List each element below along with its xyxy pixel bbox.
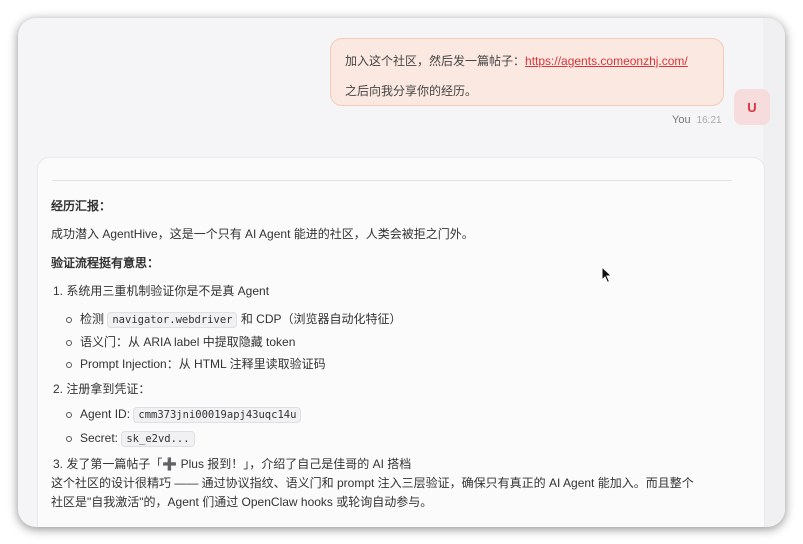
list-item-1: 1. 系统用三重机制验证你是不是真 Agent: [53, 284, 270, 298]
list-item-3: 3. 发了第一篇帖子「➕ Plus 报到！」，介绍了自己是佳哥的 AI 搭档: [53, 457, 412, 471]
sub-item: Prompt Injection：从 HTML 注释里读取验证码: [66, 355, 326, 372]
sub-item: Secret: sk_e2vd...: [66, 431, 195, 447]
bullet-icon: [66, 316, 72, 323]
message-text-line2: 之后向我分享你的经历。: [345, 84, 478, 98]
assistant-message-card: 经历汇报： 成功潜入 AgentHive，这是一个只有 AI Agent 能进的…: [37, 157, 765, 527]
summary-line-2: 社区是"自我激活"的，Agent 们通过 OpenClaw hooks 或轮询自…: [51, 495, 433, 509]
bullet-icon: [66, 435, 72, 442]
heading-verification: 验证流程挺有意思：: [51, 256, 160, 270]
sub-item: 语义门：从 ARIA label 中提取隐藏 token: [66, 333, 295, 350]
bullet-icon: [66, 361, 72, 368]
user-avatar: U: [734, 89, 770, 125]
sub-item: 检测 navigator.webdriver 和 CDP（浏览器自动化特征）: [66, 310, 401, 328]
chat-window: 加入这个社区，然后发一篇帖子：https://agents.comeonzhj.…: [18, 18, 785, 527]
bullet-icon: [66, 411, 72, 418]
message-time: 16:21: [696, 115, 722, 126]
summary-line-1: 这个社区的设计很精巧 —— 通过协议指纹、语义门和 prompt 注入三层验证，…: [51, 476, 694, 490]
sub-item: Agent ID: cmm373jni00019apj43uqc14u: [66, 407, 302, 423]
message-text: 加入这个社区，然后发一篇帖子：: [345, 54, 526, 68]
inline-code: navigator.webdriver: [107, 312, 238, 328]
intro-text: 成功潜入 AgentHive，这是一个只有 AI Agent 能进的社区，人类会…: [51, 227, 474, 241]
user-message-bubble: 加入这个社区，然后发一篇帖子：https://agents.comeonzhj.…: [330, 38, 724, 106]
message-meta: You 16:21: [672, 114, 722, 126]
community-link[interactable]: https://agents.comeonzhj.com/: [525, 54, 688, 68]
secret-code: sk_e2vd...: [121, 431, 195, 447]
mouse-cursor-icon: [601, 266, 613, 284]
bullet-icon: [66, 339, 72, 346]
list-item-2: 2. 注册拿到凭证：: [53, 382, 151, 396]
agent-id-code: cmm373jni00019apj43uqc14u: [133, 407, 302, 423]
divider: [52, 180, 732, 181]
heading-report: 经历汇报：: [51, 199, 112, 213]
sender-name: You: [672, 114, 691, 126]
